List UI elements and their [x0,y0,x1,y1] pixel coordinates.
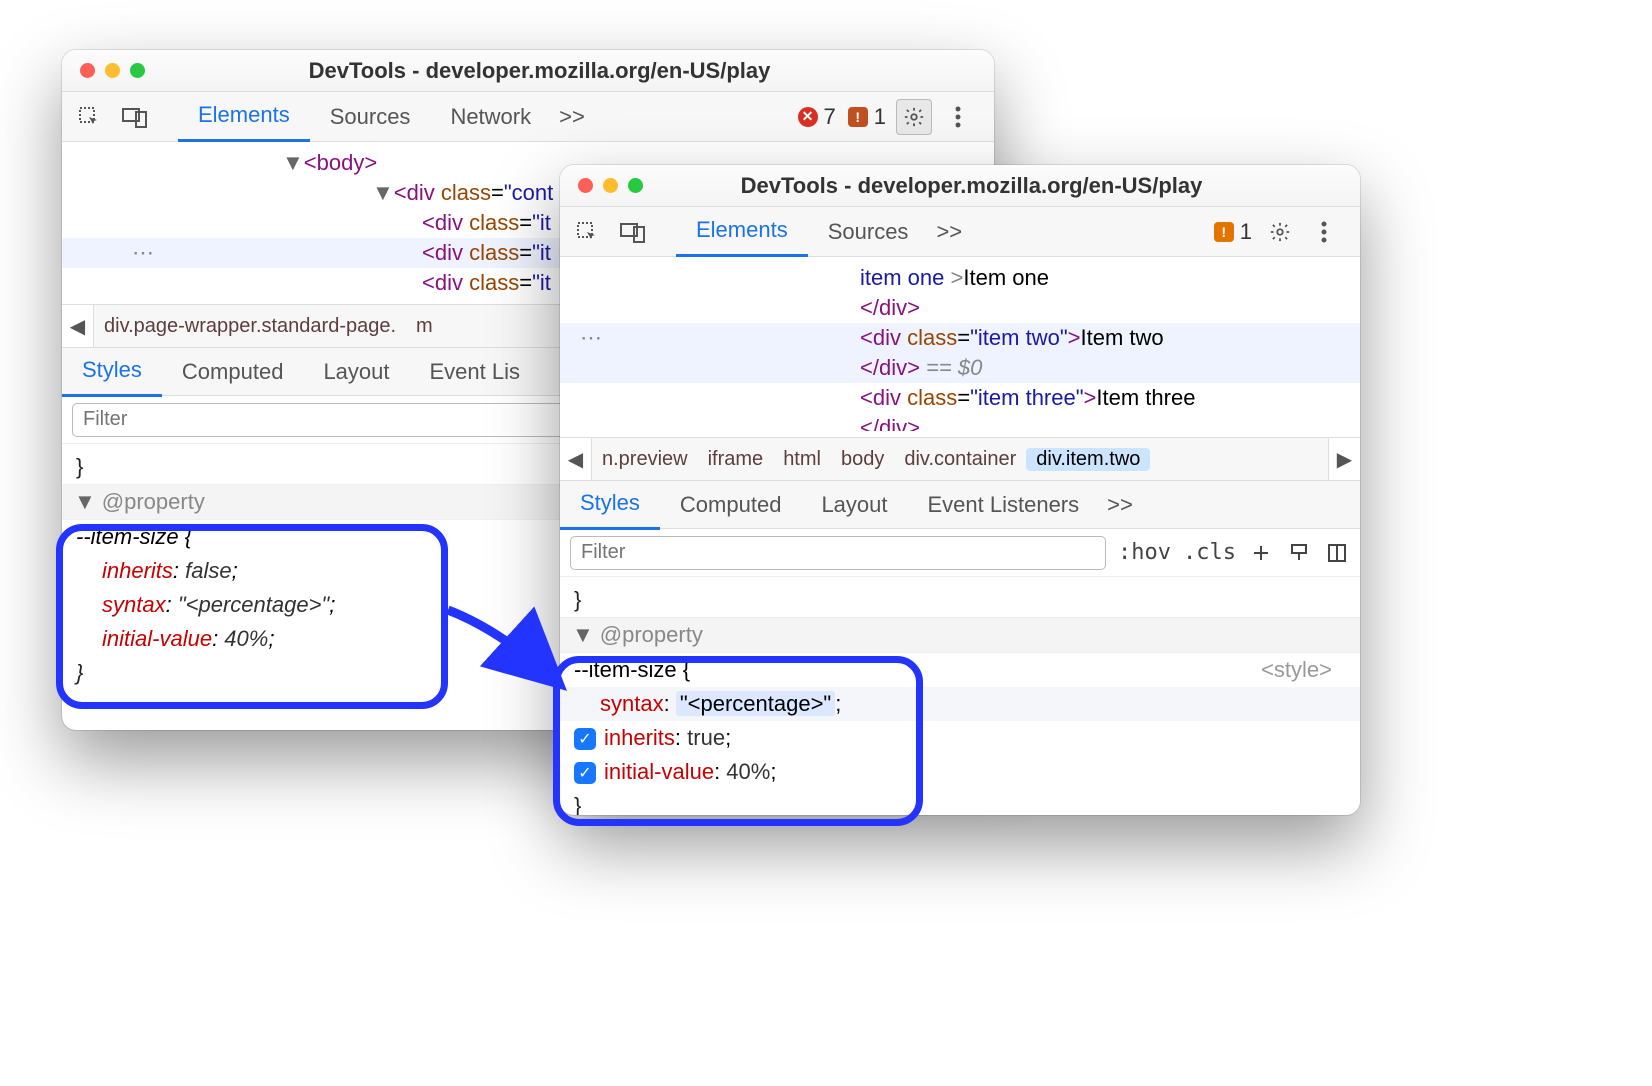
minimize-icon[interactable] [603,178,618,193]
subtab-layout[interactable]: Layout [303,347,409,397]
styles-filter-input[interactable] [570,536,1106,570]
crumb-item[interactable]: n.preview [592,448,698,471]
settings-button[interactable] [1262,214,1298,250]
tabs-more-icon[interactable]: >> [551,104,593,130]
at-property-section[interactable]: ▼@property [560,617,1360,653]
close-icon[interactable] [578,178,593,193]
styles-panel[interactable]: } ▼@property <style>--item-size { syntax… [560,577,1360,815]
traffic-lights [560,178,643,193]
zoom-icon[interactable] [130,63,145,78]
traffic-lights [62,63,145,78]
hov-button[interactable]: :hov [1118,540,1171,565]
close-icon[interactable] [80,63,95,78]
warning-count: 1 [1240,219,1252,245]
checkbox-initial[interactable]: ✓ [574,762,596,784]
tabs-more-icon[interactable]: >> [928,219,970,245]
warning-count: 1 [874,104,886,130]
crumb-item[interactable]: html [773,448,831,471]
subtab-event[interactable]: Event Listeners [908,480,1100,530]
styles-filter-input[interactable] [72,403,572,437]
window-title: DevTools - developer.mozilla.org/en-US/p… [643,173,1360,199]
style-source[interactable]: <style> [1261,657,1346,683]
paint-icon[interactable] [1286,540,1312,566]
settings-button[interactable] [896,99,932,135]
styles-filter-bar: :hov .cls [560,529,1360,577]
dots-icon[interactable]: ⋯ [132,240,154,266]
crumb-scroll-left-icon[interactable]: ◀ [560,438,592,480]
tab-elements[interactable]: Elements [178,92,310,142]
subtab-more-icon[interactable]: >> [1099,492,1141,518]
kebab-icon[interactable] [940,99,976,135]
subtab-event[interactable]: Event Lis [410,347,541,397]
kebab-icon[interactable] [1306,214,1342,250]
styles-subtabs: Styles Computed Layout Event Listeners >… [560,481,1360,529]
computed-toggle-icon[interactable] [1324,540,1350,566]
zoom-icon[interactable] [628,178,643,193]
title-bar: DevTools - developer.mozilla.org/en-US/p… [560,165,1360,207]
rule-selector[interactable]: <style>--item-size { [560,653,1360,687]
subtab-styles[interactable]: Styles [560,480,660,530]
minimize-icon[interactable] [105,63,120,78]
cls-button[interactable]: .cls [1183,540,1236,565]
subtab-computed[interactable]: Computed [162,347,304,397]
error-badge[interactable]: ✕7 [798,104,836,130]
checkbox-inherits[interactable]: ✓ [574,728,596,750]
crumb-item[interactable]: iframe [698,448,774,471]
new-style-rule-icon[interactable] [1248,540,1274,566]
tab-network[interactable]: Network [430,92,551,142]
main-toolbar: Elements Sources Network >> ✕7 !1 [62,92,994,142]
breadcrumb[interactable]: ◀ n.preview iframe html body div.contain… [560,437,1360,481]
inspect-icon[interactable] [574,219,600,245]
subtab-styles[interactable]: Styles [62,347,162,397]
window-title: DevTools - developer.mozilla.org/en-US/p… [145,58,994,84]
dom-tree[interactable]: item one >Item one </div> ⋯<div class="i… [560,257,1360,437]
main-toolbar: Elements Sources >> !1 [560,207,1360,257]
dots-icon[interactable]: ⋯ [580,325,602,351]
crumb-item[interactable]: div.page-wrapper.standard-page. [94,315,406,338]
crumb-item-selected[interactable]: div.item.two [1026,448,1150,471]
crumb-item[interactable]: body [831,448,894,471]
tab-sources[interactable]: Sources [808,207,929,257]
subtab-computed[interactable]: Computed [660,480,802,530]
warning-badge[interactable]: !1 [848,104,886,130]
title-bar: DevTools - developer.mozilla.org/en-US/p… [62,50,994,92]
inspect-icon[interactable] [76,104,102,130]
device-toggle-icon[interactable] [620,219,646,245]
tab-sources[interactable]: Sources [310,92,431,142]
device-toggle-icon[interactable] [122,104,148,130]
devtools-window-two: DevTools - developer.mozilla.org/en-US/p… [560,165,1360,815]
crumb-scroll-right-icon[interactable]: ▶ [1328,438,1360,480]
tab-elements[interactable]: Elements [676,207,808,257]
subtab-layout[interactable]: Layout [801,480,907,530]
error-count: 7 [824,104,836,130]
warning-badge[interactable]: !1 [1214,219,1252,245]
crumb-scroll-left-icon[interactable]: ◀ [62,305,94,347]
crumb-item[interactable]: div.container [894,448,1026,471]
crumb-item[interactable]: m [406,315,443,338]
